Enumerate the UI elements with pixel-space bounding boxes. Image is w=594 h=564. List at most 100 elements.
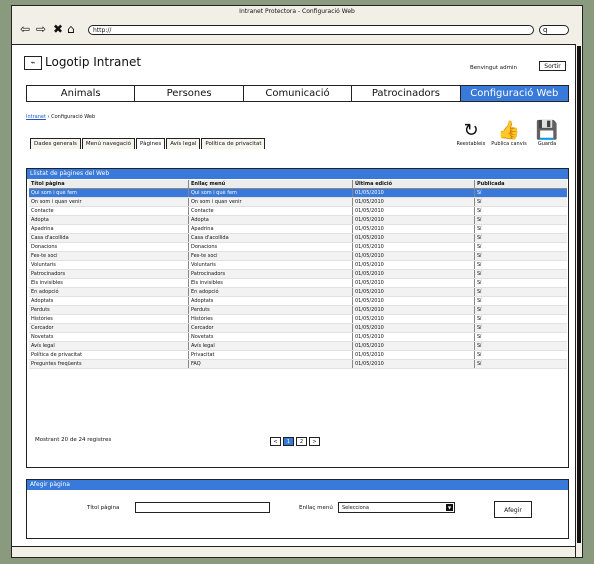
table-row[interactable]: Fes-te soci Fes-te soci 01/05/2010 Sí: [29, 252, 567, 261]
home-icon[interactable]: ⌂: [67, 23, 75, 35]
tab-menu-navegacio[interactable]: Menú navegació: [81, 138, 135, 149]
menu-link-select[interactable]: Selecciona ▼: [338, 502, 455, 513]
back-icon[interactable]: ⇦: [20, 23, 30, 35]
add-page-button[interactable]: Afegir: [494, 501, 532, 518]
menu-link-select-value: Selecciona: [342, 505, 369, 511]
table-cell: 01/05/2010: [353, 333, 475, 341]
table-row[interactable]: Donacions Donacions 01/05/2010 Sí: [29, 243, 567, 252]
table-cell: Adopta: [29, 216, 189, 224]
table-cell: Els invisibles: [189, 279, 353, 287]
table-cell: Avís legal: [189, 342, 353, 350]
tab-pagines[interactable]: Pàgines: [136, 138, 166, 149]
logout-button[interactable]: Sortir: [539, 61, 566, 71]
table-row[interactable]: Històries Històries 01/05/2010 Sí: [29, 315, 567, 324]
table-cell: Cercador: [189, 324, 353, 332]
table-cell: 01/05/2010: [353, 342, 475, 350]
browser-window: Intranet Protectora - Configuració Web ⇦…: [11, 5, 583, 558]
table-row[interactable]: Adoptats Adoptats 01/05/2010 Sí: [29, 297, 567, 306]
column-header-publicada[interactable]: Publicada: [475, 180, 567, 188]
menu-item-configuracio-web[interactable]: Configuració Web: [460, 86, 569, 101]
table-cell: Històries: [189, 315, 353, 323]
table-row[interactable]: Els invisibles Els invisibles 01/05/2010 Sí: [29, 279, 567, 288]
pager-page-2[interactable]: 2: [296, 437, 307, 446]
table-row[interactable]: Qui som i què fem Qui som i què fem 01/05/…: [29, 189, 567, 198]
table-cell: Avís legal: [29, 342, 189, 350]
table-cell: 01/05/2010: [353, 297, 475, 305]
pager-prev-button[interactable]: <: [270, 437, 281, 446]
table-row[interactable]: Contacte Contacte 01/05/2010 Sí: [29, 207, 567, 216]
table-cell: Contacte: [189, 207, 353, 215]
table-row[interactable]: Casa d'acollida Casa d'acollida 01/05/2010…: [29, 234, 567, 243]
publica-canvis-button[interactable]: 👍 Publica canvis: [490, 121, 528, 148]
menu-item-patrocinadors[interactable]: Patrocinadors: [352, 86, 461, 101]
url-bar[interactable]: http://: [88, 25, 534, 35]
table-cell: Casa d'acollida: [189, 234, 353, 242]
table-cell: Fes-te soci: [29, 252, 189, 260]
table-cell: Sí: [477, 262, 482, 268]
table-cell: 01/05/2010: [353, 252, 475, 260]
pager-next-button[interactable]: >: [309, 437, 320, 446]
menu-item-comunicacio[interactable]: Comunicació: [244, 86, 353, 101]
records-count: Mostrant 20 de 24 registres: [35, 437, 112, 443]
table-row[interactable]: Preguntes freqüents FAQ 01/05/2010 Sí: [29, 360, 567, 369]
page-scrollbar[interactable]: [575, 44, 582, 557]
tab-dades-generals[interactable]: Dades generals: [30, 138, 81, 149]
add-page-title: Afegir pàgina: [27, 480, 568, 490]
table-row[interactable]: Voluntaris Voluntaris 01/05/2010 Sí: [29, 261, 567, 270]
tab-politica-privacitat[interactable]: Política de privacitat: [201, 138, 266, 149]
guarda-button[interactable]: 💾 Guarda: [528, 120, 566, 148]
page-title-input[interactable]: [135, 502, 270, 513]
column-header-titol[interactable]: Títol pàgina: [29, 180, 189, 188]
table-cell: Donacions: [189, 243, 353, 251]
table-cell: 01/05/2010: [353, 270, 475, 278]
forward-icon[interactable]: ⇨: [36, 23, 46, 35]
table-cell: Sí: [477, 298, 482, 304]
reestableix-button[interactable]: ↻ Reestableix: [452, 120, 490, 148]
scroll-thumb[interactable]: [577, 46, 581, 543]
column-header-edicio[interactable]: Última edició: [353, 180, 475, 188]
table-cell: 01/05/2010: [353, 189, 475, 197]
table-cell: 01/05/2010: [353, 351, 475, 359]
table-cell: Sí: [477, 343, 482, 349]
tab-avis-legal[interactable]: Avís legal: [166, 138, 201, 149]
refresh-icon: ↻: [463, 120, 479, 141]
table-cell: 01/05/2010: [353, 288, 475, 296]
table-cell: Novetats: [189, 333, 353, 341]
table-row[interactable]: Avís legal Avís legal 01/05/2010 Sí: [29, 342, 567, 351]
table-row[interactable]: Perduts Perduts 01/05/2010 Sí: [29, 306, 567, 315]
table-cell: 01/05/2010: [353, 360, 475, 368]
table-row[interactable]: Política de privacitat Privacitat 01/05/20…: [29, 351, 567, 360]
table-cell: Preguntes freqüents: [29, 360, 189, 368]
table-cell: 01/05/2010: [353, 261, 475, 269]
breadcrumb: Intranet › Configuració Web: [26, 114, 95, 120]
table-cell: On som i quan venir: [29, 198, 189, 206]
window-title: Intranet Protectora - Configuració Web: [239, 8, 355, 15]
table-row[interactable]: Cercador Cercador 01/05/2010 Sí: [29, 324, 567, 333]
table-row[interactable]: Adopta Adopta 01/05/2010 Sí: [29, 216, 567, 225]
save-icon: 💾: [535, 120, 559, 141]
pages-list-title: Llistat de pàgines del Web: [27, 169, 568, 179]
column-header-enllac[interactable]: Enllaç menú: [189, 180, 353, 188]
table-row[interactable]: Novetats Novetats 01/05/2010 Sí: [29, 333, 567, 342]
logo: ⌁ Logotip Intranet: [24, 55, 141, 70]
table-cell: Sí: [477, 199, 482, 205]
table-cell: Sí: [477, 190, 482, 196]
table-row[interactable]: Apadrina Apadrina 01/05/2010 Sí: [29, 225, 567, 234]
reestableix-label: Reestableix: [456, 141, 486, 147]
table-row[interactable]: On som i quan venir On som i quan venir 01…: [29, 198, 567, 207]
table-row[interactable]: En adopció En adopció 01/05/2010 Sí: [29, 288, 567, 297]
table-cell: Cercador: [29, 324, 189, 332]
search-input[interactable]: q: [539, 25, 569, 35]
breadcrumb-intranet-link[interactable]: Intranet: [26, 114, 46, 120]
table-cell: Apadrina: [189, 225, 353, 233]
table-cell: FAQ: [189, 360, 353, 368]
table-cell: Sí: [477, 235, 482, 241]
table-cell: Adoptats: [29, 297, 189, 305]
pager-page-1[interactable]: 1: [283, 437, 294, 446]
menu-item-persones[interactable]: Persones: [135, 86, 244, 101]
menu-item-animals[interactable]: Animals: [27, 86, 136, 101]
table-row[interactable]: Patrocinadors Patrocinadors 01/05/2010 Sí: [29, 270, 567, 279]
table-cell: Patrocinadors: [189, 270, 353, 278]
stop-icon[interactable]: ✖: [53, 23, 63, 35]
table-cell: 01/05/2010: [353, 306, 475, 314]
